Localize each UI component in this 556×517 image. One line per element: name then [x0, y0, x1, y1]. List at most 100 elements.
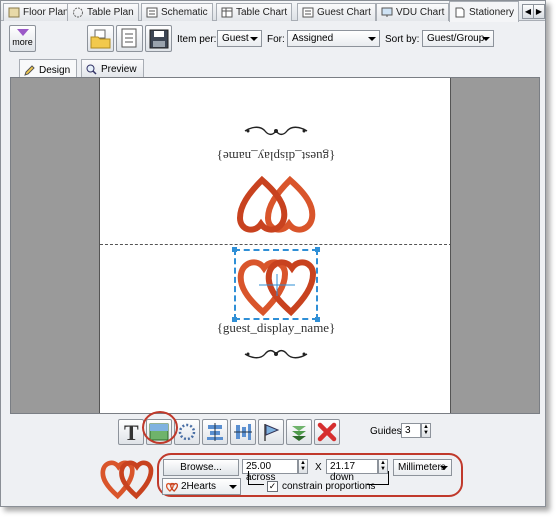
floor-plan-icon: [8, 7, 20, 18]
heart-small-icon: [166, 482, 178, 492]
open-template-button[interactable]: [87, 25, 114, 52]
image-library-select[interactable]: 2Hearts: [162, 478, 241, 495]
guides-value: 3: [405, 425, 411, 436]
magnifier-icon: [86, 64, 97, 75]
dimension-x-label: X: [315, 462, 322, 473]
hearts-image-inverted[interactable]: [236, 174, 316, 240]
chevron-down-icon: [16, 29, 29, 36]
hearts-thumbnail: [100, 460, 154, 500]
constrain-proportions-checkbox[interactable]: ✓: [267, 481, 278, 492]
align-vertical-button[interactable]: [230, 419, 256, 445]
save-template-button[interactable]: [145, 25, 172, 52]
units-select[interactable]: Millimeters: [393, 459, 452, 476]
for-value: Assigned: [292, 33, 334, 44]
tab-table-chart[interactable]: Table Chart: [216, 3, 293, 21]
open-folder-icon: [90, 29, 110, 48]
stationery-toolbar: more Item per: Guest For: Assigned Sort …: [1, 22, 545, 55]
delete-button[interactable]: [314, 419, 340, 445]
flourish-ornament-icon: [244, 349, 308, 359]
save-disk-icon: [149, 29, 168, 48]
image-name-value: 2Hearts: [181, 481, 217, 492]
text-tool-icon: T: [124, 421, 139, 443]
place-card-page[interactable]: {guest_display_name} {guest_display_name…: [99, 78, 451, 413]
sort-by-value: Guest/Group: [427, 33, 485, 44]
tab-label: Guest Chart: [317, 7, 371, 18]
annotation-circle: [142, 411, 178, 444]
tab-label: VDU Chart: [396, 7, 445, 18]
table-plan-icon: [72, 7, 84, 18]
guides-label: Guides:: [370, 426, 405, 437]
align-vertical-icon: [234, 424, 252, 440]
flag-flip-icon: [264, 424, 280, 441]
resize-handle[interactable]: [315, 247, 320, 252]
for-label: For:: [267, 34, 285, 45]
image-selection-box[interactable]: [232, 247, 320, 322]
schematic-icon: [146, 7, 158, 18]
proportion-bracket-left: [248, 471, 264, 485]
flourish-ornament-icon: [244, 126, 308, 136]
layers-down-icon: [292, 426, 306, 441]
width-stepper[interactable]: ▲ ▼: [298, 459, 308, 474]
main-tab-strip: Floor Plan Table Plan Schematic Table Ch…: [1, 1, 545, 22]
fold-line: [100, 244, 450, 245]
guest-name-placeholder-inverted[interactable]: {guest_display_name}: [100, 148, 450, 164]
delete-x-icon: [317, 422, 337, 442]
tab-floor-plan[interactable]: Floor Plan: [3, 3, 74, 21]
copy-template-button[interactable]: [116, 25, 143, 52]
for-select[interactable]: Assigned: [287, 30, 380, 47]
proportion-bracket-right: [367, 471, 389, 485]
tab-label: Schematic: [161, 7, 208, 18]
guest-chart-icon: [302, 7, 314, 18]
tab-stationery[interactable]: Stationery: [449, 1, 520, 22]
rotate-dotted-icon: [178, 423, 196, 441]
align-horizontal-icon: [207, 423, 223, 441]
item-per-label: Item per:: [177, 34, 217, 45]
tab-label: Stationery: [469, 6, 515, 18]
chevron-down-icon: [482, 37, 490, 41]
tab-table-plan[interactable]: Table Plan: [67, 3, 139, 21]
tab-schematic[interactable]: Schematic: [141, 3, 213, 21]
tab-scroll-right-button[interactable]: ▶: [533, 4, 545, 19]
design-pencil-icon: [24, 64, 35, 76]
stationery-window: Floor Plan Table Plan Schematic Table Ch…: [0, 0, 546, 507]
sort-by-select[interactable]: Guest/Group: [422, 30, 494, 47]
document-icon: [121, 28, 136, 47]
tab-label: Floor Plan: [23, 7, 69, 18]
design-tools-row: T Guides: 3 ▲ ▼: [1, 419, 545, 447]
tab-label: Preview: [101, 64, 137, 75]
flip-button[interactable]: [258, 419, 284, 445]
tab-label: Table Chart: [236, 7, 288, 18]
add-text-button[interactable]: T: [118, 419, 144, 445]
height-value: 21.17 down: [330, 461, 356, 483]
chevron-down-icon: [368, 37, 376, 41]
chevron-down-icon: [250, 37, 258, 41]
constrain-proportions-label: constrain proportions: [282, 481, 376, 492]
browse-button[interactable]: Browse...: [163, 459, 239, 476]
units-value: Millimeters: [398, 462, 446, 473]
tab-guest-chart[interactable]: Guest Chart: [297, 3, 376, 21]
tab-label: Table Plan: [87, 7, 134, 18]
align-horizontal-button[interactable]: [202, 419, 228, 445]
guides-input[interactable]: 3: [401, 423, 421, 438]
stationery-icon: [454, 7, 466, 18]
more-label: more: [12, 37, 33, 47]
svg-text:T: T: [124, 421, 139, 443]
guides-stepper[interactable]: ▲ ▼: [421, 423, 431, 438]
chevron-down-icon: [440, 466, 448, 470]
tab-vdu-chart[interactable]: VDU Chart: [376, 3, 450, 21]
chevron-down-icon: [229, 485, 237, 489]
item-per-select[interactable]: Guest: [217, 30, 262, 47]
tab-preview[interactable]: Preview: [81, 59, 144, 77]
tab-label: Design: [39, 64, 71, 76]
more-button[interactable]: more: [9, 25, 36, 52]
vdu-chart-icon: [381, 7, 393, 18]
design-canvas[interactable]: {guest_display_name} {guest_display_name…: [10, 77, 540, 414]
sort-by-label: Sort by:: [385, 34, 420, 45]
tab-design[interactable]: Design: [19, 59, 78, 78]
guest-name-placeholder[interactable]: {guest_display_name}: [100, 320, 450, 336]
resize-handle[interactable]: [232, 247, 237, 252]
rotate-button[interactable]: [174, 419, 200, 445]
send-to-back-button[interactable]: [286, 419, 312, 445]
item-per-value: Guest: [222, 33, 249, 44]
table-chart-icon: [221, 7, 233, 18]
